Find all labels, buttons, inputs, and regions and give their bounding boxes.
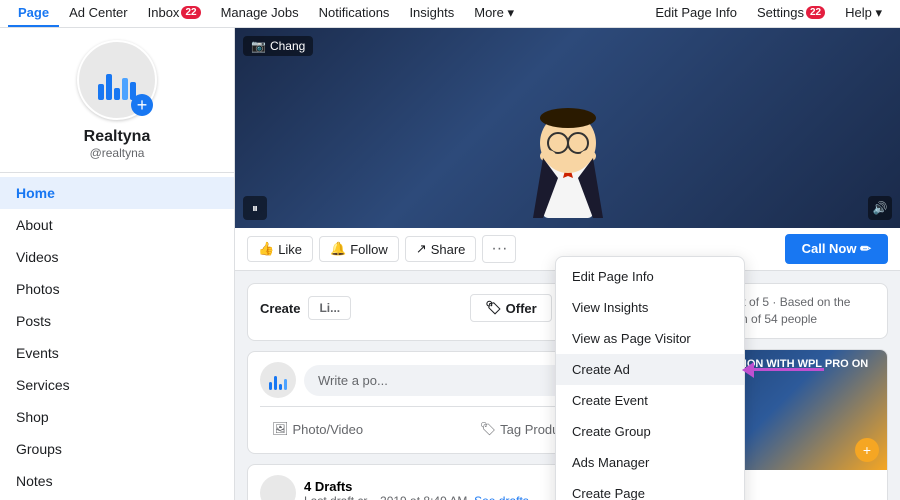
nav-edit-page-info[interactable]: Edit Page Info — [645, 0, 747, 27]
volume-button[interactable]: 🔊 — [868, 196, 892, 220]
photo-video-button[interactable]: 🖼 Photo/Video — [260, 415, 375, 443]
add-to-profile-button[interactable]: + — [131, 94, 153, 116]
follow-button[interactable]: 🔔 Follow — [319, 236, 399, 262]
nav-inbox[interactable]: Inbox 22 — [138, 0, 211, 27]
inbox-badge: 22 — [181, 6, 200, 19]
dropdown-view-insights[interactable]: View Insights — [556, 292, 744, 323]
cover-controls: ⏸ — [243, 196, 267, 220]
sidebar-navigation: Home About Videos Photos Posts Events Se… — [0, 173, 234, 500]
post-avatar — [260, 362, 296, 398]
nav-ad-center[interactable]: Ad Center — [59, 0, 138, 27]
see-drafts-link[interactable]: See drafts — [474, 494, 529, 500]
dropdown-edit-page-info[interactable]: Edit Page Info — [556, 261, 744, 292]
offer-button[interactable]: 🏷 Offer — [470, 294, 552, 322]
left-sidebar: + Realtyna @realtyna Home About Videos P… — [0, 28, 235, 500]
sidebar-item-groups[interactable]: Groups — [0, 433, 234, 465]
camera-icon: 📷 — [251, 39, 266, 53]
nav-help[interactable]: Help ▾ — [835, 0, 892, 27]
share-button[interactable]: ↗ Share — [405, 236, 477, 262]
nav-page[interactable]: Page — [8, 0, 59, 27]
page-name: Realtyna — [16, 128, 218, 146]
draft-date: Last draft cr... 2019 at 8:49 AM. See dr… — [304, 494, 529, 500]
nav-manage-jobs[interactable]: Manage Jobs — [211, 0, 309, 27]
sidebar-item-notes[interactable]: Notes — [0, 465, 234, 497]
action-bar-wrapper: 👍 Like 🔔 Follow ↗ Share ··· Call Now ✏ E… — [235, 228, 900, 271]
dropdown-create-group[interactable]: Create Group — [556, 416, 744, 447]
sidebar-item-about[interactable]: About — [0, 209, 234, 241]
nav-notifications[interactable]: Notifications — [309, 0, 400, 27]
center-content: 📷 Chang — [235, 28, 900, 500]
profile-section: + Realtyna @realtyna — [0, 28, 234, 173]
share-icon: ↗ — [416, 241, 427, 257]
sidebar-item-events[interactable]: Events — [0, 337, 234, 369]
arrow-pointer — [742, 362, 824, 378]
follow-icon: 🔔 — [330, 241, 346, 257]
nav-left: Page Ad Center Inbox 22 Manage Jobs Noti… — [8, 0, 524, 27]
like-button[interactable]: 👍 Like — [247, 236, 313, 262]
change-cover-button[interactable]: 📷 Chang — [243, 36, 313, 56]
sidebar-item-home[interactable]: Home — [0, 177, 234, 209]
page-handle: @realtyna — [16, 146, 218, 160]
story-badge: + — [855, 438, 879, 462]
sidebar-item-photos[interactable]: Photos — [0, 273, 234, 305]
create-label: Create — [260, 301, 300, 316]
nav-insights[interactable]: Insights — [399, 0, 464, 27]
top-navigation: Page Ad Center Inbox 22 Manage Jobs Noti… — [0, 0, 900, 28]
create-tab-li[interactable]: Li... — [308, 296, 351, 320]
dropdown-view-as-page-visitor[interactable]: View as Page Visitor — [556, 323, 744, 354]
like-icon: 👍 — [258, 241, 274, 257]
nav-right: Edit Page Info Settings 22 Help ▾ — [645, 0, 892, 27]
sidebar-item-posts[interactable]: Posts — [0, 305, 234, 337]
dropdown-menu: Edit Page Info View Insights View as Pag… — [555, 256, 745, 500]
page-logo — [98, 60, 136, 100]
dropdown-ads-manager[interactable]: Ads Manager — [556, 447, 744, 478]
dropdown-create-event[interactable]: Create Event — [556, 385, 744, 416]
dropdown-create-page[interactable]: Create Page — [556, 478, 744, 500]
cover-character — [508, 68, 628, 228]
sidebar-item-videos[interactable]: Videos — [0, 241, 234, 273]
cover-photo: 📷 Chang — [235, 28, 900, 228]
avatar: + — [77, 40, 157, 120]
nav-more[interactable]: More ▾ — [464, 0, 524, 27]
dropdown-create-ad[interactable]: Create Ad — [556, 354, 744, 385]
tag-icon: 🏷 — [480, 421, 497, 437]
draft-count: 4 Drafts — [304, 479, 529, 494]
settings-badge: 22 — [806, 6, 825, 19]
nav-settings[interactable]: Settings 22 — [747, 0, 835, 27]
sidebar-item-shop[interactable]: Shop — [0, 401, 234, 433]
sidebar-item-services[interactable]: Services — [0, 369, 234, 401]
pause-button[interactable]: ⏸ — [243, 196, 267, 220]
offer-icon: 🏷 — [485, 300, 502, 316]
main-layout: + Realtyna @realtyna Home About Videos P… — [0, 28, 900, 500]
photo-video-icon: 🖼 — [272, 421, 289, 437]
draft-avatar — [260, 475, 296, 500]
more-options-button[interactable]: ··· — [482, 235, 516, 263]
call-now-button[interactable]: Call Now ✏ — [785, 234, 888, 264]
